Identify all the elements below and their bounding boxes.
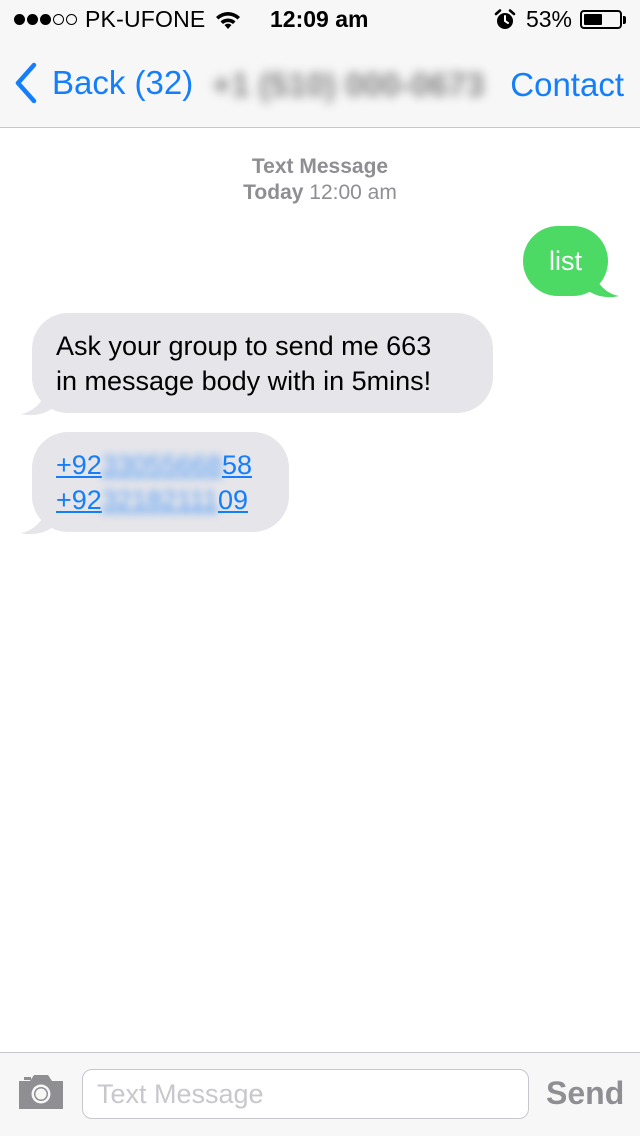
contact-phone-number: +1 (510) 000-0673	[212, 66, 485, 103]
chevron-left-icon	[15, 62, 37, 104]
timestamp-time: 12:00 am	[309, 181, 397, 204]
camera-icon[interactable]	[16, 1072, 66, 1112]
sent-message-text: list	[549, 245, 582, 276]
received-message-line: in message body with in 5mins!	[56, 366, 432, 396]
received-message-line: Ask your group to send me 663	[56, 331, 432, 361]
conversation-timestamp: Text Message Today 12:00 am	[0, 154, 640, 206]
received-message-bubble[interactable]: Ask your group to send me 663 in message…	[32, 313, 493, 413]
battery-percentage: 53%	[525, 6, 572, 32]
clock-time: 12:09 am	[270, 6, 369, 32]
status-bar: PK-UFONE 12:09 am 53%	[0, 0, 640, 40]
service-label: Text Message	[251, 155, 389, 178]
wifi-icon	[216, 11, 241, 29]
phone-number-link[interactable]: +923305566858	[56, 448, 289, 483]
message-text-field[interactable]	[82, 1069, 529, 1119]
signal-strength-icon	[14, 14, 79, 25]
message-input-bar: Send	[0, 1052, 640, 1136]
battery-fill	[584, 14, 603, 25]
contact-button[interactable]: Contact	[510, 66, 624, 104]
phone-number-link[interactable]: +923218211109	[56, 483, 289, 518]
alarm-clock-icon	[494, 8, 516, 29]
sent-message-bubble[interactable]: list	[523, 226, 608, 296]
status-right: 53%	[494, 6, 626, 33]
back-button-label: Back (32)	[52, 64, 194, 101]
battery-icon	[580, 10, 626, 29]
carrier-name: PK-UFONE	[85, 6, 206, 32]
send-button[interactable]: Send	[546, 1075, 624, 1112]
status-left: PK-UFONE	[14, 6, 241, 33]
navigation-bar: Back (32) +1 (510) 000-0673 Contact	[0, 40, 640, 128]
received-phone-numbers-bubble: +923305566858 +923218211109	[32, 432, 289, 532]
timestamp-day: Today	[243, 181, 304, 204]
back-button[interactable]: Back (32)	[14, 62, 193, 104]
